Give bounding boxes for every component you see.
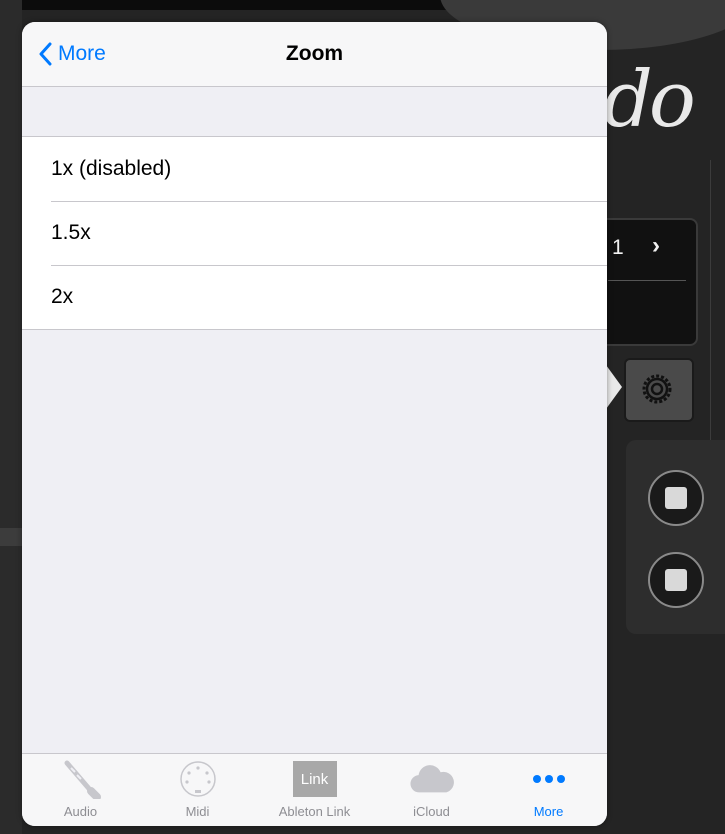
tab-ableton-link[interactable]: Link Ableton Link	[256, 754, 373, 826]
zoom-options-list: 1x (disabled) 1.5x 2x	[22, 136, 607, 330]
tab-label: iCloud	[413, 804, 450, 819]
midi-connector-icon	[176, 758, 220, 800]
tab-label: Ableton Link	[278, 804, 351, 819]
list-item-label: 1.5x	[51, 221, 91, 244]
tab-label: Midi	[185, 804, 210, 819]
app-logo: do	[603, 55, 696, 145]
left-divider	[0, 528, 22, 546]
back-button[interactable]: More	[38, 38, 106, 70]
link-box-text: Link	[292, 761, 337, 797]
popover-arrow	[606, 365, 622, 409]
back-button-label: More	[58, 42, 106, 65]
knob-1[interactable]	[648, 470, 704, 526]
zoom-option-1x[interactable]: 1x (disabled)	[22, 137, 607, 201]
tab-icloud[interactable]: iCloud	[373, 754, 490, 826]
left-strip	[0, 0, 22, 834]
chevron-right-icon[interactable]: ›	[652, 232, 660, 260]
zoom-option-1-5x[interactable]: 1.5x	[22, 201, 607, 265]
chevron-left-icon	[39, 42, 52, 66]
more-dots-icon	[527, 758, 571, 800]
tab-label: Audio	[63, 804, 98, 819]
zoom-popover: Zoom More 1x (disabled) 1.5x 2x Audio Mi…	[22, 22, 607, 826]
tab-label: More	[533, 804, 564, 819]
gear-icon	[642, 374, 672, 404]
tab-audio[interactable]: Audio	[22, 754, 139, 826]
list-item-label: 1x (disabled)	[51, 157, 172, 180]
value-panel-value: 1	[612, 236, 624, 259]
knob-2[interactable]	[648, 552, 704, 608]
zoom-option-2x[interactable]: 2x	[22, 265, 607, 329]
tab-midi[interactable]: Midi	[139, 754, 256, 826]
tab-bar: Audio Midi Link Ableton Link iCloud More	[22, 753, 607, 826]
value-panel-divider	[608, 280, 686, 281]
list-item-label: 2x	[51, 285, 74, 308]
cloud-icon	[409, 758, 454, 800]
tab-more[interactable]: More	[490, 754, 607, 826]
ableton-link-icon: Link	[292, 758, 337, 800]
navigation-bar: Zoom More	[22, 22, 607, 87]
page-title: Zoom	[285, 42, 344, 65]
audio-jack-icon	[59, 758, 103, 800]
